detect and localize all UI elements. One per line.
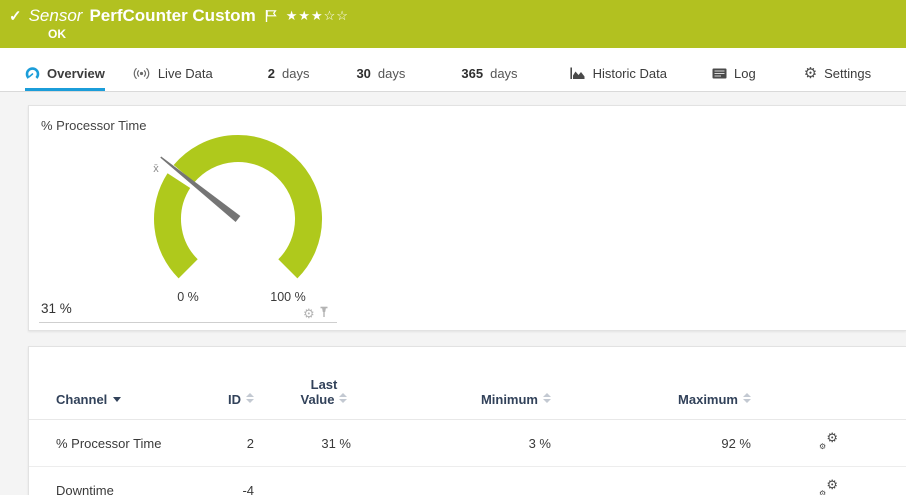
column-header-id[interactable]: ID — [224, 347, 254, 420]
log-icon — [712, 68, 727, 79]
channel-table: Channel ID Last Value Minimum Maximum — [29, 347, 906, 495]
sort-icon — [246, 393, 254, 403]
tab-label: days — [378, 66, 405, 81]
tab-label: Log — [734, 66, 756, 81]
tab-label: Live Data — [158, 66, 213, 81]
tab-historic-data[interactable]: Historic Data — [570, 66, 667, 91]
gauge-settings-gear-icon[interactable]: ⚙ — [303, 307, 315, 320]
column-header-minimum[interactable]: Minimum — [351, 347, 551, 420]
tab-live-data[interactable]: Live Data — [132, 66, 213, 91]
cell-actions: ⚙⚙ — [751, 467, 906, 495]
tab-number: 365 — [461, 66, 483, 81]
cell-channel[interactable]: Downtime — [29, 467, 224, 495]
gauge-footer-divider — [39, 322, 337, 323]
column-label: Channel — [56, 392, 107, 407]
tab-2-days[interactable]: 2 days — [268, 66, 310, 91]
channel-table-panel: Channel ID Last Value Minimum Maximum — [28, 346, 906, 495]
tab-label: Settings — [824, 66, 871, 81]
tab-bar: Overview Live Data 2 days 30 days 365 da… — [0, 48, 906, 92]
gauge-min-label: 0 % — [177, 290, 199, 304]
gauge-panel: % Processor Time x̄ 0 % 100 % 31 % ⚙ — [28, 105, 906, 331]
cell-minimum — [351, 467, 551, 495]
column-header-last-value[interactable]: Last Value — [254, 347, 351, 420]
cell-actions: ⚙⚙ — [751, 420, 906, 467]
column-label: ID — [228, 392, 241, 407]
overview-content: % Processor Time x̄ 0 % 100 % 31 % ⚙ — [0, 92, 906, 495]
broadcast-icon — [132, 67, 151, 80]
column-header-channel[interactable]: Channel — [29, 347, 224, 420]
sort-icon — [743, 393, 751, 403]
tab-overview[interactable]: Overview — [25, 66, 105, 91]
tab-label: Historic Data — [593, 66, 667, 81]
table-row[interactable]: Downtime-4 ⚙⚙ — [29, 467, 906, 495]
table-row[interactable]: % Processor Time231 %3 %92 % ⚙⚙ — [29, 420, 906, 467]
status-badge: OK — [48, 27, 66, 41]
tab-label: Overview — [47, 66, 105, 81]
channel-settings-gears-icon[interactable]: ⚙⚙ — [819, 433, 838, 450]
cell-last-value — [254, 467, 351, 495]
status-check-icon: ✓ — [9, 7, 22, 25]
tab-label: days — [282, 66, 309, 81]
channel-table-body: % Processor Time231 %3 %92 %⚙⚙Downtime-4… — [29, 420, 906, 495]
tab-30-days[interactable]: 30 days — [356, 66, 405, 91]
cell-last-value: 31 % — [254, 420, 351, 467]
column-label: Maximum — [678, 392, 738, 407]
tab-log[interactable]: Log — [712, 66, 756, 91]
page-title: PerfCounter Custom — [89, 6, 255, 26]
column-header-actions — [751, 347, 906, 420]
gauge-current-value: 31 % — [41, 301, 72, 316]
cell-channel[interactable]: % Processor Time — [29, 420, 224, 467]
tab-number: 2 — [268, 66, 275, 81]
sort-icon — [339, 393, 347, 403]
pin-icon[interactable] — [318, 305, 330, 321]
processor-time-gauge[interactable]: x̄ 0 % 100 % — [128, 124, 348, 314]
gauge-max-label: 100 % — [270, 290, 305, 304]
area-chart-icon — [570, 67, 586, 80]
object-kind-label: Sensor — [29, 6, 83, 26]
sensor-header: ✓ Sensor PerfCounter Custom ★★★☆☆ OK — [0, 0, 906, 48]
tab-number: 30 — [356, 66, 370, 81]
column-header-maximum[interactable]: Maximum — [551, 347, 751, 420]
sort-icon — [543, 393, 551, 403]
cell-minimum: 3 % — [351, 420, 551, 467]
cell-id: 2 — [224, 420, 254, 467]
tab-365-days[interactable]: 365 days — [461, 66, 517, 91]
priority-stars[interactable]: ★★★☆☆ — [286, 8, 349, 24]
column-label: Last Value — [301, 377, 338, 407]
sort-caret-icon — [113, 397, 121, 402]
average-marker: x̄ — [153, 163, 159, 175]
tab-settings[interactable]: ⚙ Settings — [804, 66, 871, 91]
cell-maximum — [551, 467, 751, 495]
channel-settings-gears-icon[interactable]: ⚙⚙ — [819, 480, 838, 495]
cell-id: -4 — [224, 467, 254, 495]
tab-label: days — [490, 66, 517, 81]
gear-icon: ⚙ — [804, 66, 817, 81]
cell-maximum: 92 % — [551, 420, 751, 467]
column-label: Minimum — [481, 392, 538, 407]
gauge-icon — [25, 66, 40, 81]
flag-icon[interactable] — [265, 9, 277, 23]
